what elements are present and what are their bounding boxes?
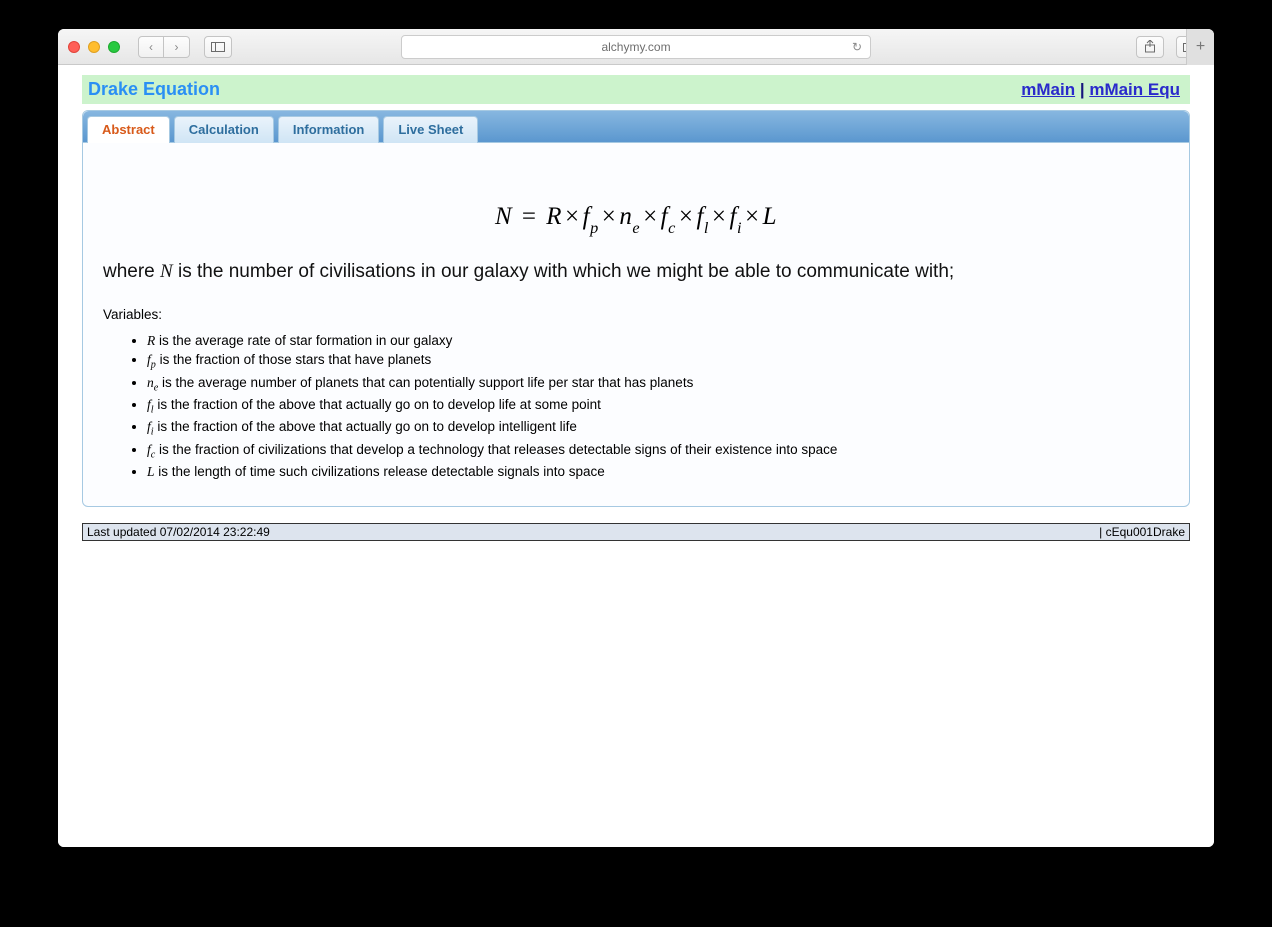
page-title: Drake Equation xyxy=(88,79,220,100)
tab-live-sheet[interactable]: Live Sheet xyxy=(383,116,478,143)
minimize-icon[interactable] xyxy=(88,41,100,53)
plus-icon: + xyxy=(1196,38,1205,56)
tab-abstract[interactable]: Abstract xyxy=(87,116,170,143)
nav-buttons: ‹ › xyxy=(138,36,190,58)
list-item: ne is the average number of planets that… xyxy=(147,374,1169,395)
tab-panel: Abstract Calculation Information Live Sh… xyxy=(82,110,1190,507)
maximize-icon[interactable] xyxy=(108,41,120,53)
browser-window: ‹ › alchymy.com ↻ xyxy=(58,29,1214,847)
url-text: alchymy.com xyxy=(601,40,670,54)
list-item: fc is the fraction of civilizations that… xyxy=(147,441,1169,462)
link-mmain[interactable]: mMain xyxy=(1021,80,1075,99)
share-icon xyxy=(1144,40,1156,53)
footer-id: | cEqu001Drake xyxy=(1099,525,1185,539)
chevron-left-icon: ‹ xyxy=(149,40,153,54)
tab-content: N = R×fp×ne×fc×fl×fi×L where N is the nu… xyxy=(83,143,1189,506)
header-links: mMain | mMain Equ xyxy=(1021,80,1180,100)
eq-equals: = xyxy=(519,203,540,230)
share-button[interactable] xyxy=(1136,36,1164,58)
url-bar[interactable]: alchymy.com ↻ xyxy=(401,35,871,59)
sidebar-icon xyxy=(211,42,225,52)
list-item: fi is the fraction of the above that act… xyxy=(147,418,1169,439)
list-item: R is the average rate of star formation … xyxy=(147,332,1169,350)
back-button[interactable]: ‹ xyxy=(138,36,164,58)
tab-information[interactable]: Information xyxy=(278,116,380,143)
sidebar-toggle-button[interactable] xyxy=(204,36,232,58)
tab-strip: Abstract Calculation Information Live Sh… xyxy=(83,111,1189,143)
list-item: fl is the fraction of the above that act… xyxy=(147,396,1169,417)
page-content: Drake Equation mMain | mMain Equ Abstrac… xyxy=(58,65,1214,847)
link-mmain-equ[interactable]: mMain Equ xyxy=(1089,80,1180,99)
link-sep: | xyxy=(1075,80,1089,99)
eq-lhs: N xyxy=(495,203,512,230)
variables-heading: Variables: xyxy=(103,307,1169,322)
new-tab-button[interactable]: + xyxy=(1186,29,1214,65)
close-icon[interactable] xyxy=(68,41,80,53)
page-header-bar: Drake Equation mMain | mMain Equ xyxy=(82,75,1190,104)
list-item: fp is the fraction of those stars that h… xyxy=(147,351,1169,372)
variables-list: R is the average rate of star formation … xyxy=(103,332,1169,481)
equation-description: where N is the number of civilisations i… xyxy=(103,261,1169,283)
eq-rhs: R×fp×ne×fc×fl×fi×L xyxy=(546,203,777,230)
titlebar: ‹ › alchymy.com ↻ xyxy=(58,29,1214,65)
footer-bar: Last updated 07/02/2014 23:22:49 | cEqu0… xyxy=(82,523,1190,541)
forward-button[interactable]: › xyxy=(164,36,190,58)
list-item: L is the length of time such civilizatio… xyxy=(147,463,1169,481)
drake-equation: N = R×fp×ne×fc×fl×fi×L xyxy=(103,203,1169,235)
footer-last-updated: Last updated 07/02/2014 23:22:49 xyxy=(87,525,270,539)
window-controls xyxy=(68,41,120,53)
tab-calculation[interactable]: Calculation xyxy=(174,116,274,143)
reload-icon[interactable]: ↻ xyxy=(852,40,862,54)
chevron-right-icon: › xyxy=(175,40,179,54)
